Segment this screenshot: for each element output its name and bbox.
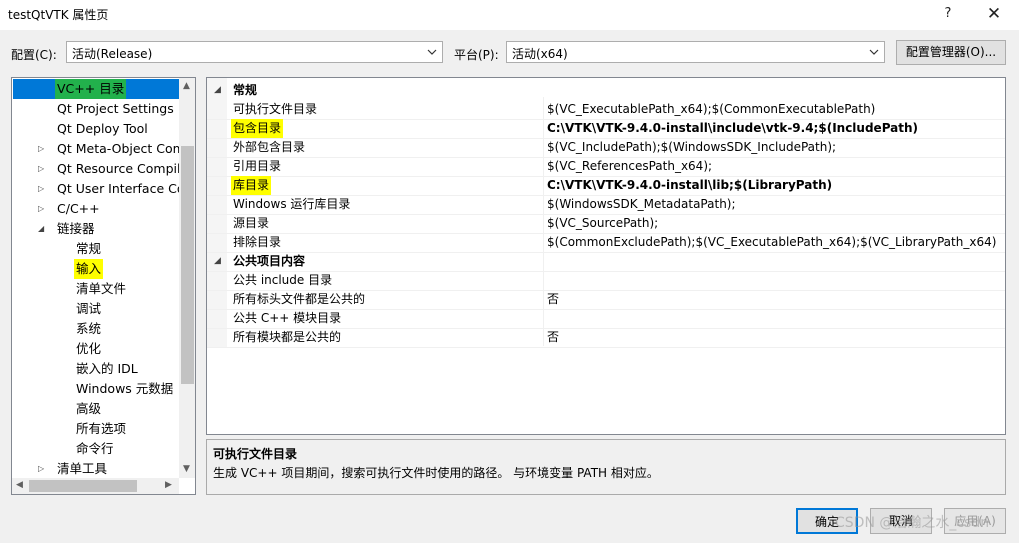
property-tree: VC++ 目录 Qt Project Settings Qt Deploy To…: [11, 77, 196, 495]
config-dropdown[interactable]: 活动(Release): [66, 41, 443, 63]
tree-item-label: Qt Project Settings: [57, 101, 174, 116]
tree-item-label: 系统: [76, 321, 102, 336]
tree-item-label: 清单工具: [57, 461, 108, 476]
property-name: 所有标头文件都是公共的: [233, 292, 366, 306]
title-bar: testQtVTK 属性页 ? ✕: [0, 0, 1019, 30]
tree-item-label: 常规: [76, 241, 102, 256]
tree-horizontal-scroll-thumb[interactable]: [29, 480, 137, 492]
property-value[interactable]: $(CommonExcludePath);$(VC_ExecutablePath…: [547, 233, 996, 252]
property-row[interactable]: 公共 C++ 模块目录: [207, 309, 1005, 328]
tree-item-label: 调试: [76, 301, 102, 316]
property-row[interactable]: 库目录 C:\VTK\VTK-9.4.0-install\lib;$(Libra…: [207, 176, 1005, 195]
tree-item-label: Qt User Interface Co: [57, 181, 185, 196]
property-row[interactable]: 公共 include 目录: [207, 271, 1005, 290]
property-value[interactable]: $(VC_ReferencesPath_x64);: [547, 157, 712, 176]
category-label: 公共项目内容: [233, 254, 306, 268]
property-row[interactable]: 包含目录 C:\VTK\VTK-9.4.0-install\include\vt…: [207, 119, 1005, 138]
description-text: 生成 VC++ 项目期间，搜索可执行文件时使用的路径。 与环境变量 PATH 相…: [213, 466, 659, 480]
collapse-arrow-icon[interactable]: ◢: [214, 252, 221, 271]
watermark: CSDN @治瀚之水_csdn: [835, 515, 990, 531]
config-value: 活动(Release): [72, 47, 153, 61]
property-name: 包含目录: [231, 119, 284, 138]
window-title: testQtVTK 属性页: [8, 8, 109, 22]
platform-dropdown[interactable]: 活动(x64): [506, 41, 885, 63]
property-name: 排除目录: [233, 235, 282, 249]
scroll-down-icon[interactable]: ▼: [183, 464, 190, 474]
chevron-down-icon: [869, 49, 879, 55]
tree-item-label: 清单文件: [76, 281, 127, 296]
scroll-up-icon[interactable]: ▲: [183, 81, 190, 91]
property-name: 公共 C++ 模块目录: [233, 311, 342, 325]
tree-item-label: Windows 元数据: [76, 381, 174, 396]
tree-item-label: Qt Resource Compile: [57, 161, 189, 176]
property-value[interactable]: C:\VTK\VTK-9.4.0-install\lib;$(LibraryPa…: [547, 176, 832, 195]
property-row[interactable]: 源目录 $(VC_SourcePath);: [207, 214, 1005, 233]
property-value[interactable]: $(VC_ExecutablePath_x64);$(CommonExecuta…: [547, 100, 875, 119]
scroll-left-icon[interactable]: ◀: [16, 480, 23, 490]
property-row[interactable]: 外部包含目录 $(VC_IncludePath);$(WindowsSDK_In…: [207, 138, 1005, 157]
description-panel: 可执行文件目录 生成 VC++ 项目期间，搜索可执行文件时使用的路径。 与环境变…: [206, 439, 1006, 495]
property-value[interactable]: $(WindowsSDK_MetadataPath);: [547, 195, 736, 214]
close-button[interactable]: ✕: [971, 0, 1017, 30]
property-name: 源目录: [233, 216, 270, 230]
tree-item-label: 输入: [74, 259, 104, 279]
category-general[interactable]: ◢ 常规: [207, 81, 1005, 100]
expand-arrow-icon[interactable]: ▷: [38, 459, 48, 479]
tree-vertical-scroll-thumb[interactable]: [181, 146, 194, 384]
tree-item-label: Qt Meta-Object Com: [57, 141, 185, 156]
collapse-arrow-icon[interactable]: ◢: [214, 81, 221, 100]
tree-item-label: 嵌入的 IDL: [76, 361, 138, 376]
property-row[interactable]: 所有模块都是公共的 否: [207, 328, 1005, 347]
tree-item-label: Qt Deploy Tool: [57, 121, 148, 136]
property-name: 可执行文件目录: [233, 102, 318, 116]
tree-item-label: VC++ 目录: [55, 79, 127, 99]
category-public-project-content[interactable]: ◢ 公共项目内容: [207, 252, 1005, 271]
collapse-arrow-icon[interactable]: ◢: [38, 219, 48, 239]
expand-arrow-icon[interactable]: ▷: [38, 199, 48, 219]
property-value[interactable]: 否: [547, 290, 559, 309]
scroll-right-icon[interactable]: ▶: [165, 480, 172, 490]
config-label: 配置(C):: [11, 48, 57, 62]
property-name: 公共 include 目录: [233, 273, 333, 287]
property-name: 外部包含目录: [233, 140, 306, 154]
property-value[interactable]: C:\VTK\VTK-9.4.0-install\include\vtk-9.4…: [547, 119, 918, 138]
expand-arrow-icon[interactable]: ▷: [38, 159, 48, 179]
tree-vertical-scrollbar[interactable]: ▲ ▼: [179, 78, 195, 478]
tree-item-label: 高级: [76, 401, 102, 416]
platform-value: 活动(x64): [512, 47, 568, 61]
config-manager-button[interactable]: 配置管理器(O)...: [896, 40, 1006, 65]
property-grid: ◢ 常规 可执行文件目录 $(VC_ExecutablePath_x64);$(…: [206, 77, 1006, 435]
property-row[interactable]: 所有标头文件都是公共的 否: [207, 290, 1005, 309]
tree-item-label: 链接器: [57, 221, 95, 236]
tree-item-label: 命令行: [76, 441, 114, 456]
property-row[interactable]: Windows 运行库目录 $(WindowsSDK_MetadataPath)…: [207, 195, 1005, 214]
property-name: 所有模块都是公共的: [233, 330, 342, 344]
description-title: 可执行文件目录: [213, 447, 298, 461]
tree-item-label: 所有选项: [76, 421, 127, 436]
category-label: 常规: [233, 83, 258, 97]
chevron-down-icon: [427, 49, 437, 55]
property-name: 引用目录: [233, 159, 282, 173]
expand-arrow-icon[interactable]: ▷: [38, 139, 48, 159]
property-row[interactable]: 引用目录 $(VC_ReferencesPath_x64);: [207, 157, 1005, 176]
property-value[interactable]: $(VC_IncludePath);$(WindowsSDK_IncludePa…: [547, 138, 836, 157]
expand-arrow-icon[interactable]: ▷: [38, 179, 48, 199]
property-row[interactable]: 可执行文件目录 $(VC_ExecutablePath_x64);$(Commo…: [207, 100, 1005, 119]
property-value[interactable]: $(VC_SourcePath);: [547, 214, 658, 233]
tree-item-label: 优化: [76, 341, 102, 356]
property-value[interactable]: 否: [547, 328, 559, 347]
tree-horizontal-scrollbar[interactable]: ◀ ▶: [12, 478, 179, 494]
tree-item-label: C/C++: [57, 201, 100, 216]
property-name: 库目录: [231, 176, 272, 195]
property-name: Windows 运行库目录: [233, 197, 351, 211]
property-row[interactable]: 排除目录 $(CommonExcludePath);$(VC_Executabl…: [207, 233, 1005, 252]
platform-label: 平台(P):: [454, 48, 499, 62]
help-button[interactable]: ?: [925, 0, 971, 30]
